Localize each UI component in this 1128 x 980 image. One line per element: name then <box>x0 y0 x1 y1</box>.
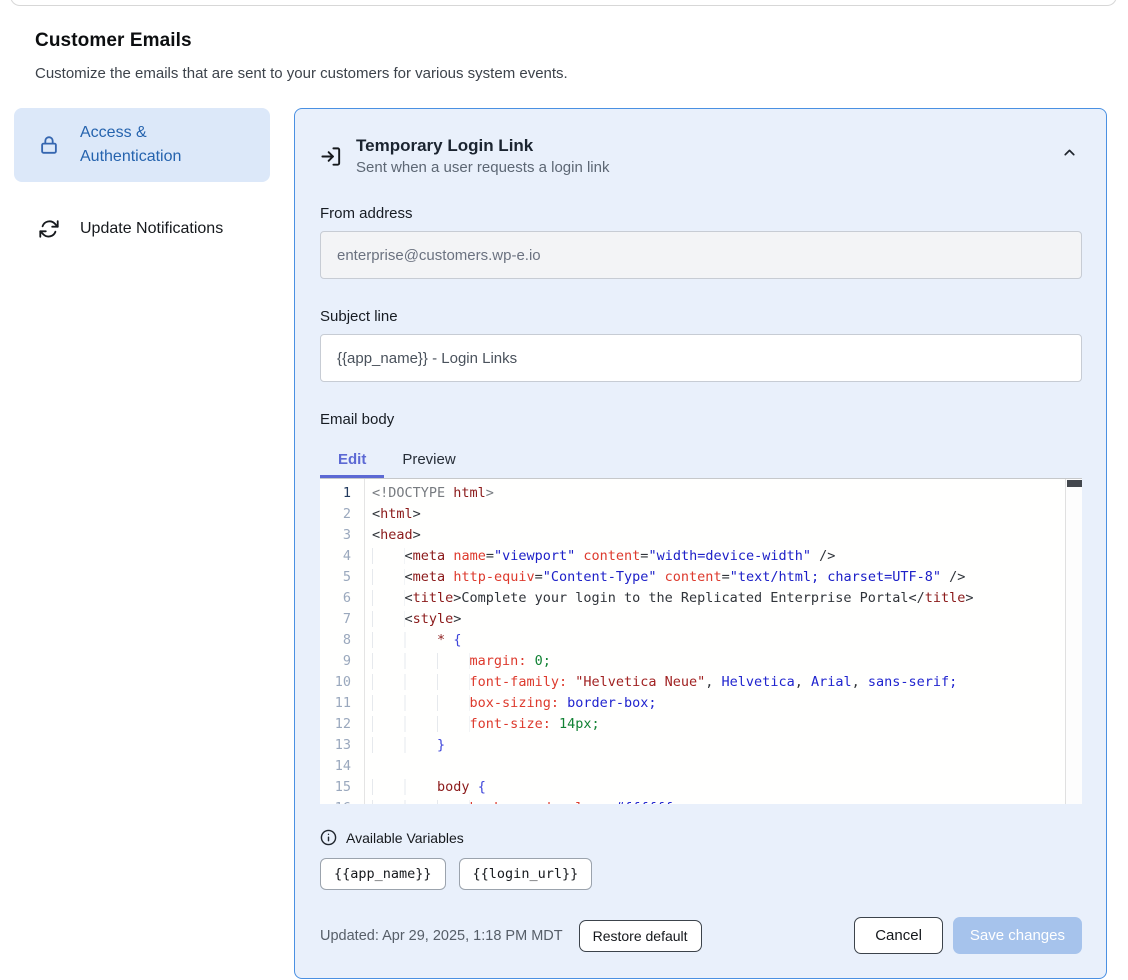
code-line[interactable]: } <box>372 735 1082 756</box>
email-body-label: Email body <box>320 411 1082 428</box>
code-line[interactable]: margin: 0; <box>372 651 1082 672</box>
page-title: Customer Emails <box>35 30 1093 52</box>
page-header: Customer Emails Customize the emails tha… <box>0 0 1128 82</box>
code-line[interactable]: font-size: 14px; <box>372 714 1082 735</box>
code-line[interactable]: <meta name="viewport" content="width=dev… <box>372 546 1082 567</box>
code-editor[interactable]: 12345678910111213141516 <!DOCTYPE html><… <box>320 478 1082 804</box>
code-line[interactable]: <html> <box>372 504 1082 525</box>
code-line[interactable]: <style> <box>372 609 1082 630</box>
panel-subtitle: Sent when a user requests a login link <box>356 159 1082 176</box>
code-line[interactable] <box>372 756 1082 777</box>
editor-gutter: 12345678910111213141516 <box>320 479 365 804</box>
variable-chip-app-name[interactable]: {{app_name}} <box>320 858 446 890</box>
refresh-icon <box>38 218 60 240</box>
save-changes-button[interactable]: Save changes <box>953 917 1082 954</box>
from-address-label: From address <box>320 205 1082 222</box>
cancel-button[interactable]: Cancel <box>854 917 943 954</box>
available-variables-label: Available Variables <box>346 830 464 846</box>
editor-code[interactable]: <!DOCTYPE html><html><head> <meta name="… <box>365 479 1082 804</box>
previous-card-bottom-edge <box>10 0 1117 6</box>
code-line[interactable]: body { <box>372 777 1082 798</box>
sidebar-item-label: Update Notifications <box>80 217 223 241</box>
info-icon <box>320 829 337 846</box>
editor-scrollbar-thumb[interactable] <box>1067 480 1082 487</box>
code-line[interactable]: <!DOCTYPE html> <box>372 483 1082 504</box>
subject-line-input[interactable] <box>320 334 1082 382</box>
variable-chip-login-url[interactable]: {{login_url}} <box>459 858 593 890</box>
panel-title: Temporary Login Link <box>356 136 1082 156</box>
tab-preview[interactable]: Preview <box>384 443 473 476</box>
sidebar-item-update-notifications[interactable]: Update Notifications <box>14 204 270 254</box>
temporary-login-link-panel: Temporary Login Link Sent when a user re… <box>294 108 1107 979</box>
email-types-sidebar: Access & Authentication Update Notificat… <box>14 108 270 254</box>
code-line[interactable]: * { <box>372 630 1082 651</box>
lock-icon <box>38 134 60 156</box>
variable-chips: {{app_name}} {{login_url}} <box>320 858 1082 890</box>
code-line[interactable]: box-sizing: border-box; <box>372 693 1082 714</box>
sidebar-item-label: Access & Authentication <box>80 121 212 169</box>
code-line[interactable]: font-family: "Helvetica Neue", Helvetica… <box>372 672 1082 693</box>
sidebar-item-access-authentication[interactable]: Access & Authentication <box>14 108 270 182</box>
code-line[interactable]: <title>Complete your login to the Replic… <box>372 588 1082 609</box>
code-line[interactable]: background-color: #ffffff; <box>372 798 1082 804</box>
restore-default-button[interactable]: Restore default <box>579 920 702 952</box>
code-line[interactable]: <head> <box>372 525 1082 546</box>
code-line[interactable]: <meta http-equiv="Content-Type" content=… <box>372 567 1082 588</box>
tab-edit[interactable]: Edit <box>320 443 384 476</box>
updated-timestamp: Updated: Apr 29, 2025, 1:18 PM MDT <box>320 928 563 944</box>
email-body-tabs: Edit Preview <box>320 443 1082 476</box>
collapse-panel-button[interactable] <box>1061 144 1078 161</box>
chevron-up-icon <box>1061 144 1078 161</box>
page-subtitle: Customize the emails that are sent to yo… <box>35 65 1093 82</box>
subject-line-label: Subject line <box>320 308 1082 325</box>
from-address-input[interactable] <box>320 231 1082 279</box>
login-icon <box>320 145 343 168</box>
editor-scrollbar[interactable] <box>1065 479 1082 804</box>
